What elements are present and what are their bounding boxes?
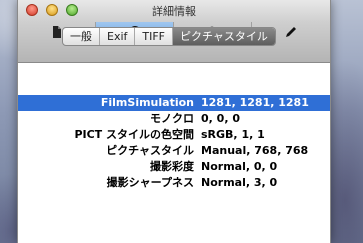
list-item[interactable]: 撮影シャープネス Normal, 3, 0: [18, 175, 330, 191]
row-value: Manual, 768, 768: [201, 144, 309, 157]
row-key: PICT スタイルの色空間: [74, 128, 194, 141]
row-value: sRGB, 1, 1: [201, 128, 265, 141]
tab-picture-style[interactable]: ピクチャスタイル: [173, 28, 275, 45]
inspector-window: 詳細情報 一般 Exif TIFF ピクチャスタイル FilmSimulatio…: [17, 0, 331, 243]
list-item[interactable]: 撮影彩度 Normal, 0, 0: [18, 159, 330, 175]
pen-icon: [286, 27, 296, 37]
tab-general[interactable]: 一般: [63, 28, 100, 45]
row-key: 撮影彩度: [150, 160, 194, 173]
inspector-tabs: 一般 Exif TIFF ピクチャスタイル: [62, 27, 276, 46]
row-value: Normal, 3, 0: [201, 176, 278, 189]
tab-tiff[interactable]: TIFF: [135, 28, 174, 45]
metadata-list: FilmSimulation 1281, 1281, 1281 モノクロ 0, …: [18, 95, 330, 191]
document-icon: [52, 26, 61, 38]
row-key: 撮影シャープネス: [106, 176, 194, 189]
row-key: FilmSimulation: [100, 96, 194, 109]
title-bar[interactable]: 詳細情報: [18, 0, 330, 22]
tab-exif[interactable]: Exif: [100, 28, 136, 45]
list-item[interactable]: モノクロ 0, 0, 0: [18, 111, 330, 127]
row-value: Normal, 0, 0: [201, 160, 278, 173]
list-item[interactable]: FilmSimulation 1281, 1281, 1281: [18, 95, 330, 111]
row-key: モノクロ: [150, 112, 194, 125]
row-value: 0, 0, 0: [201, 112, 240, 125]
list-item[interactable]: ピクチャスタイル Manual, 768, 768: [18, 143, 330, 159]
row-key: ピクチャスタイル: [106, 144, 194, 157]
list-item[interactable]: PICT スタイルの色空間 sRGB, 1, 1: [18, 127, 330, 143]
window-title: 詳細情報: [152, 5, 196, 18]
row-value: 1281, 1281, 1281: [201, 96, 309, 109]
